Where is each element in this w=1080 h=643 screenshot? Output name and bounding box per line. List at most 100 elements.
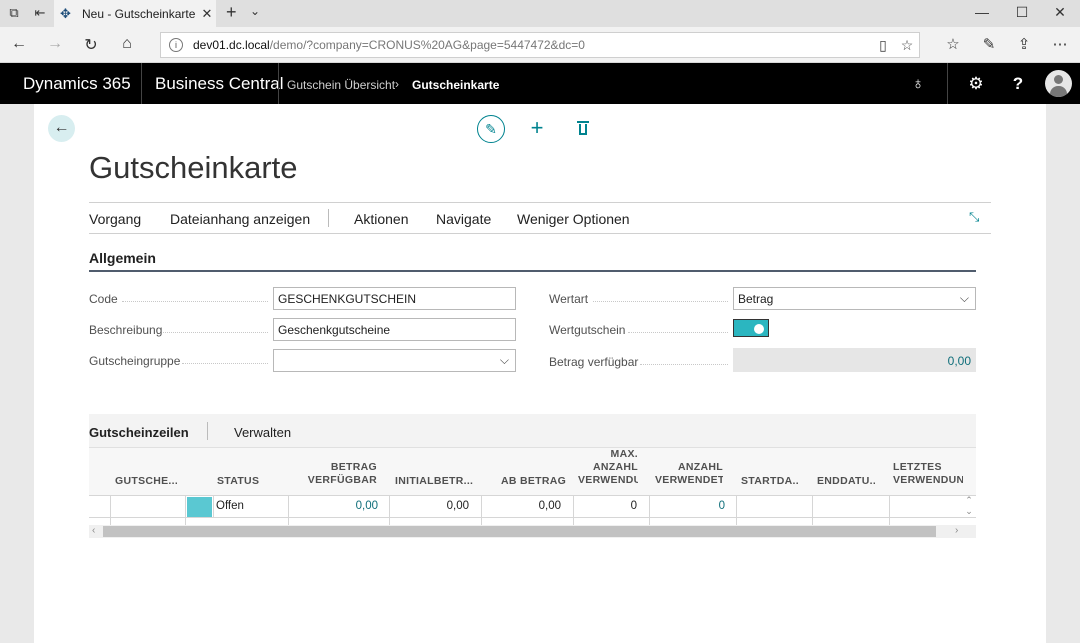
more-menu-icon[interactable]: ⋯ bbox=[1049, 35, 1071, 53]
pen-notes-icon[interactable]: ✎ bbox=[978, 35, 1000, 53]
voucher-group-select[interactable]: ⌵ bbox=[273, 349, 516, 372]
new-tab-icon[interactable]: + bbox=[226, 2, 237, 23]
back-arrow-icon[interactable]: ← bbox=[48, 115, 75, 142]
table-row[interactable]: Offen 0,00 0,00 0,00 0 0 bbox=[89, 495, 976, 518]
breadcrumb-chevron-icon: › bbox=[395, 77, 399, 91]
code-field[interactable]: GESCHENKGUTSCHEIN bbox=[273, 287, 516, 310]
col-header-anzahl-verwendet[interactable]: ANZAHL VERWENDET bbox=[655, 461, 723, 487]
url-host: dev01.dc.local bbox=[193, 38, 270, 52]
cell-status[interactable]: Offen bbox=[216, 500, 244, 512]
avatar-body bbox=[1050, 86, 1067, 97]
refresh-icon[interactable]: ↻ bbox=[81, 35, 101, 55]
col-header-betrag-verfuegbar[interactable]: BETRAG VERFÜGBAR bbox=[289, 461, 377, 487]
app-header: Dynamics 365 Business Central Gutschein … bbox=[0, 63, 1080, 104]
action-navigate[interactable]: Navigate bbox=[436, 211, 491, 227]
action-bar: Vorgang Dateianhang anzeigen Aktionen Na… bbox=[89, 202, 991, 234]
breadcrumb-parent[interactable]: Gutschein Übersicht bbox=[287, 78, 395, 92]
value-voucher-toggle[interactable] bbox=[733, 319, 769, 337]
header-divider bbox=[947, 63, 948, 104]
action-dateianhang[interactable]: Dateianhang anzeigen bbox=[170, 211, 310, 227]
value-type-label: Wertart bbox=[549, 292, 589, 306]
code-label: Code bbox=[89, 292, 118, 306]
gear-icon[interactable]: ⚙ bbox=[966, 74, 986, 94]
product-name[interactable]: Business Central bbox=[155, 74, 284, 94]
col-header-status[interactable]: STATUS bbox=[217, 475, 259, 488]
section-underline bbox=[89, 270, 976, 272]
set-tabs-aside-icon[interactable]: ⇤ bbox=[32, 5, 48, 21]
browser-tab[interactable]: ✥ Neu - Gutscheinkarte - ✕ bbox=[54, 0, 216, 27]
window-close-icon[interactable]: ✕ bbox=[1050, 4, 1070, 21]
favorite-star-icon[interactable]: ☆ bbox=[895, 37, 919, 54]
action-aktionen[interactable]: Aktionen bbox=[354, 211, 408, 227]
col-header-ab-betrag[interactable]: AB BETRAG bbox=[501, 475, 566, 488]
value-type-value: Betrag bbox=[738, 292, 774, 306]
cell-betrag-verfuegbar[interactable]: 0,00 bbox=[289, 500, 378, 512]
forward-nav-icon[interactable]: → bbox=[45, 35, 65, 53]
scroll-down-icon[interactable]: ⌄ bbox=[962, 506, 976, 517]
table-row-empty bbox=[89, 518, 976, 525]
page-gutter-right bbox=[1046, 104, 1080, 643]
back-nav-icon[interactable]: ← bbox=[9, 35, 29, 53]
avatar-head bbox=[1054, 75, 1063, 84]
section-title-allgemein[interactable]: Allgemein bbox=[89, 250, 156, 266]
cell-initialbetrag[interactable]: 0,00 bbox=[389, 500, 469, 512]
favorites-list-icon[interactable]: ☆ bbox=[942, 35, 964, 53]
scrollbar-thumb[interactable] bbox=[103, 526, 936, 537]
edit-pencil-icon[interactable]: ✎ bbox=[477, 115, 505, 143]
available-amount-label: Betrag verfügbar bbox=[549, 355, 639, 369]
browser-address-bar: ← → ↻ ⌂ i dev01.dc.local /demo/?company=… bbox=[0, 27, 1080, 63]
code-value: GESCHENKGUTSCHEIN bbox=[278, 292, 417, 306]
chevron-down-icon: ⌵ bbox=[499, 353, 509, 367]
lines-action-verwalten[interactable]: Verwalten bbox=[234, 425, 291, 440]
cell-max-anzahl[interactable]: 0 bbox=[573, 500, 637, 512]
url-path: /demo/?company=CRONUS%20AG&page=5447472&… bbox=[269, 38, 585, 52]
action-vorgang[interactable]: Vorgang bbox=[89, 211, 141, 227]
close-tab-icon[interactable]: ✕ bbox=[198, 6, 216, 22]
lines-header: Gutscheinzeilen Verwalten bbox=[89, 414, 976, 448]
description-label: Beschreibung bbox=[89, 323, 163, 337]
lines-separator bbox=[207, 422, 208, 440]
col-header-startdatum[interactable]: STARTDA... bbox=[741, 475, 799, 488]
maximize-icon[interactable]: ☐ bbox=[1012, 4, 1032, 21]
header-divider bbox=[141, 63, 142, 104]
scroll-up-icon[interactable]: ⌃ bbox=[962, 495, 976, 506]
col-header-enddatum[interactable]: ENDDATU... bbox=[817, 475, 875, 488]
cell-ab-betrag[interactable]: 0,00 bbox=[481, 500, 561, 512]
site-info-icon[interactable]: i bbox=[169, 38, 183, 52]
lines-title[interactable]: Gutscheinzeilen bbox=[89, 425, 189, 440]
scroll-left-icon[interactable]: ‹ bbox=[92, 525, 95, 536]
share-icon[interactable]: ⇪ bbox=[1013, 35, 1035, 53]
value-type-select[interactable]: Betrag ⌵ bbox=[733, 287, 976, 310]
brand-name[interactable]: Dynamics 365 bbox=[23, 74, 131, 94]
description-field[interactable]: Geschenkgutscheine bbox=[273, 318, 516, 341]
url-field[interactable]: i dev01.dc.local /demo/?company=CRONUS%2… bbox=[160, 32, 920, 58]
voucher-group-label: Gutscheingruppe bbox=[89, 354, 181, 368]
col-header-max-anzahl[interactable]: MAX. ANZAHL VERWENDU bbox=[578, 448, 638, 487]
tab-title: Neu - Gutscheinkarte - bbox=[82, 6, 198, 21]
home-icon[interactable]: ⌂ bbox=[117, 35, 137, 53]
page-gutter-left bbox=[0, 104, 34, 643]
available-amount-value: 0,00 bbox=[733, 348, 976, 372]
chevron-down-icon: ⌵ bbox=[959, 291, 969, 305]
minimize-icon[interactable]: — bbox=[972, 4, 992, 20]
reading-view-icon[interactable]: ▯ bbox=[871, 37, 895, 54]
dynamics-tab-icon: ✥ bbox=[60, 5, 71, 21]
horizontal-scrollbar[interactable]: ‹ › bbox=[89, 525, 976, 538]
lightbulb-icon[interactable]: ♁ bbox=[908, 74, 928, 94]
avatar[interactable] bbox=[1045, 70, 1072, 97]
delete-trash-icon[interactable] bbox=[573, 117, 593, 139]
tab-actions-icon[interactable]: ⧉ bbox=[6, 5, 22, 21]
collapse-icon[interactable]: ⤡ bbox=[969, 209, 979, 225]
tab-menu-chevron-icon[interactable]: ⌄ bbox=[250, 4, 260, 18]
action-weniger-optionen[interactable]: Weniger Optionen bbox=[517, 211, 630, 227]
add-plus-icon[interactable]: + bbox=[527, 115, 547, 141]
value-voucher-label: Wertgutschein bbox=[549, 323, 626, 337]
col-header-letztes-verwendung[interactable]: LETZTES VERWENDUN bbox=[893, 461, 963, 487]
cell-anzahl-verwendet[interactable]: 0 bbox=[649, 500, 725, 512]
browser-tab-bar: ⧉ ⇤ ✥ Neu - Gutscheinkarte - ✕ + ⌄ — ☐ ✕ bbox=[0, 0, 1080, 27]
help-icon[interactable]: ? bbox=[1008, 74, 1028, 94]
vertical-scrollbar[interactable]: ⌃ ⌄ bbox=[962, 495, 976, 525]
col-header-initialbetrag[interactable]: INITIALBETR... bbox=[395, 475, 481, 488]
col-header-code[interactable]: GUTSCHE... bbox=[115, 475, 177, 488]
scroll-right-icon[interactable]: › bbox=[955, 525, 958, 536]
